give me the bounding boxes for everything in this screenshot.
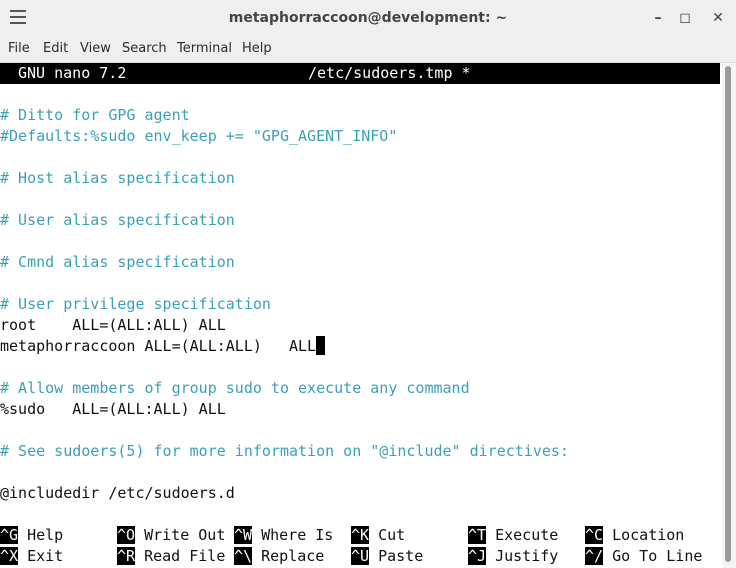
menu-bar: File Edit View Search Terminal Help xyxy=(0,37,736,63)
shortcut-cut[interactable]: ^K Cut xyxy=(351,525,405,546)
menu-file[interactable]: File xyxy=(8,41,30,56)
minimize-icon[interactable]: – xyxy=(646,6,670,30)
text-line-content: metaphorraccoon ALL=(ALL:ALL) ALL xyxy=(0,337,317,355)
shortcut-execute[interactable]: ^T Execute xyxy=(468,525,558,546)
menu-edit[interactable]: Edit xyxy=(43,41,68,56)
text-line-current: metaphorraccoon ALL=(ALL:ALL) ALL xyxy=(0,336,326,357)
shortcut-justify[interactable]: ^J Justify xyxy=(468,546,558,567)
text-line: # Allow members of group sudo to execute… xyxy=(0,379,470,397)
text-line: # Ditto for GPG agent xyxy=(0,106,190,124)
close-icon[interactable]: ✕ xyxy=(706,6,730,30)
shortcut-location[interactable]: ^C Location xyxy=(585,525,684,546)
text-line: # User privilege specification xyxy=(0,295,271,313)
terminal-area[interactable]: GNU nano 7.2 /etc/sudoers.tmp * # Ditto … xyxy=(0,63,722,568)
scrollbar-thumb[interactable] xyxy=(725,66,731,562)
shortcut-write-out[interactable]: ^O Write Out xyxy=(117,525,225,546)
text-line: # Host alias specification xyxy=(0,169,235,187)
shortcut-go-to-line[interactable]: ^/ Go To Line xyxy=(585,546,702,567)
shortcut-help[interactable]: ^G Help xyxy=(0,525,63,546)
nano-version: GNU nano 7.2 xyxy=(18,64,127,82)
text-line: root ALL=(ALL:ALL) ALL xyxy=(0,316,226,334)
maximize-icon[interactable]: ◻ xyxy=(673,6,697,30)
shortcut-paste[interactable]: ^U Paste xyxy=(351,546,423,567)
shortcut-read-file[interactable]: ^R Read File xyxy=(117,546,225,567)
title-bar: metaphorraccoon@development: ~ – ◻ ✕ xyxy=(0,0,736,37)
shortcut-where-is[interactable]: ^W Where Is xyxy=(234,525,333,546)
text-line: #Defaults:%sudo env_keep += "GPG_AGENT_I… xyxy=(0,127,398,145)
menu-search[interactable]: Search xyxy=(122,41,167,56)
text-line: # Cmnd alias specification xyxy=(0,253,235,271)
window-title: metaphorraccoon@development: ~ xyxy=(228,10,508,26)
menu-terminal[interactable]: Terminal xyxy=(177,41,232,56)
text-line: # User alias specification xyxy=(0,211,235,229)
shortcut-exit[interactable]: ^X Exit xyxy=(0,546,63,567)
menu-help[interactable]: Help xyxy=(242,41,272,56)
text-line: @includedir /etc/sudoers.d xyxy=(0,484,235,502)
nano-filename: /etc/sudoers.tmp * xyxy=(308,64,471,82)
shortcut-replace[interactable]: ^\ Replace xyxy=(234,546,324,567)
menu-view[interactable]: View xyxy=(80,41,111,56)
text-line: # See sudoers(5) for more information on… xyxy=(0,442,569,460)
nano-header: GNU nano 7.2 /etc/sudoers.tmp * xyxy=(0,63,720,84)
text-line: %sudo ALL=(ALL:ALL) ALL xyxy=(0,400,226,418)
text-cursor xyxy=(316,336,326,355)
